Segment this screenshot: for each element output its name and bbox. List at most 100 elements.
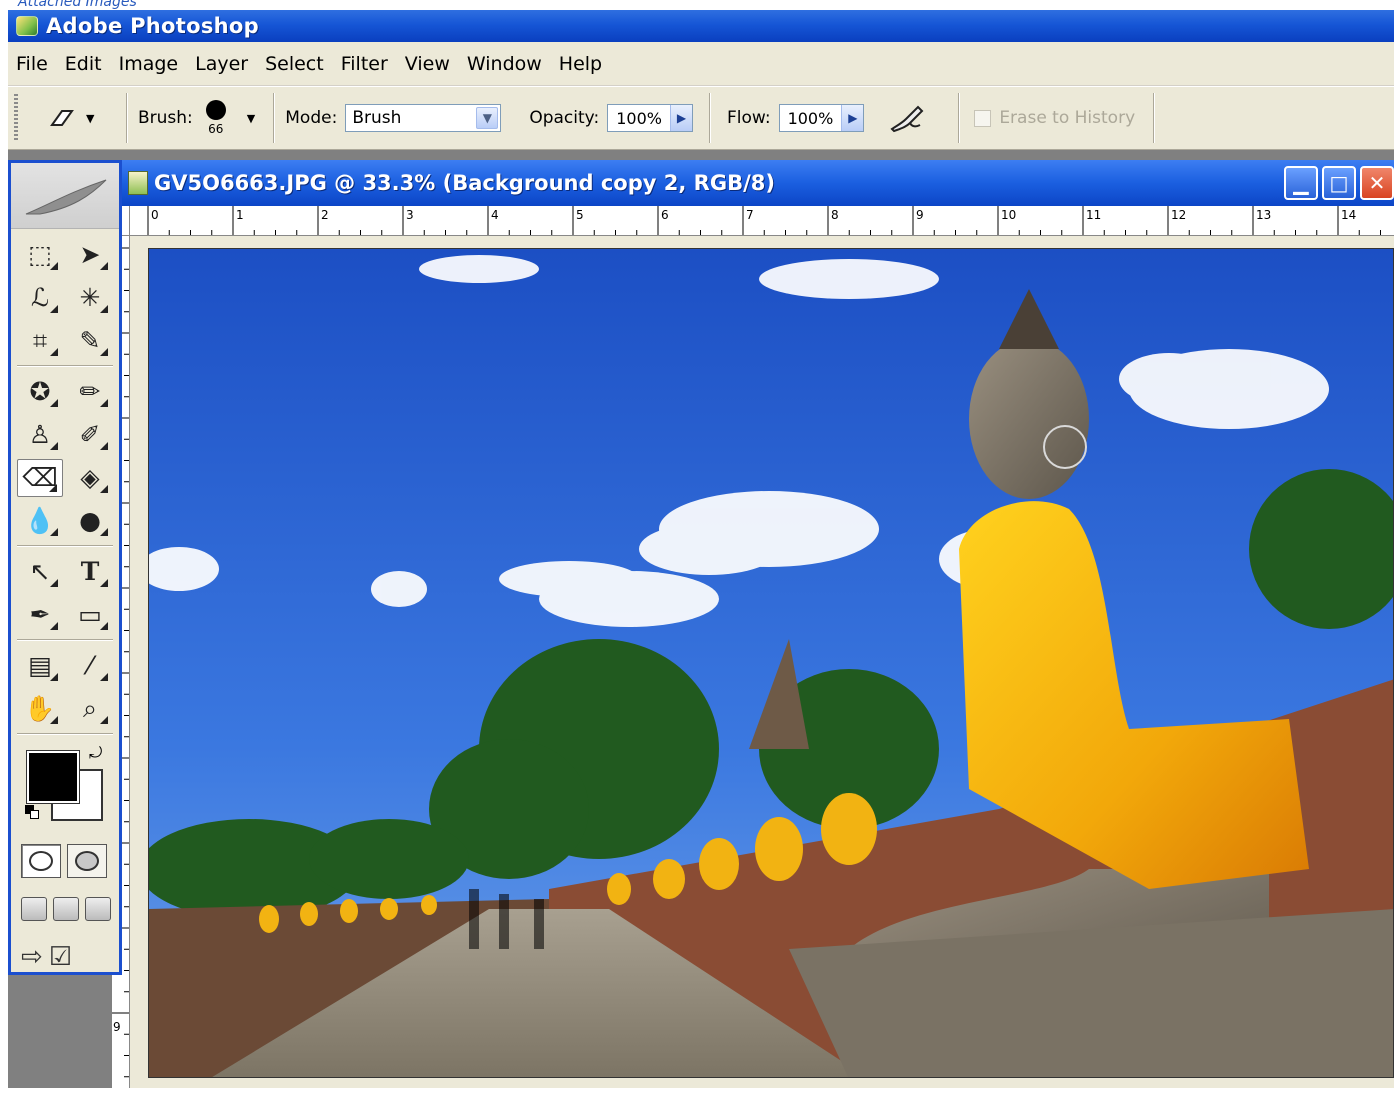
default-colors-icon[interactable] bbox=[25, 805, 39, 819]
move-tool-icon[interactable]: ➤ bbox=[67, 236, 113, 274]
pen-tool-icon[interactable]: ✒ bbox=[17, 596, 63, 634]
full-screen-menu-mode-button[interactable] bbox=[53, 897, 79, 921]
toolbox-separator bbox=[17, 365, 113, 367]
ruler-label: 0 bbox=[151, 208, 159, 222]
checkbox-icon[interactable] bbox=[974, 109, 992, 127]
path-selection-tool-icon[interactable]: ↖ bbox=[17, 553, 63, 591]
options-separator bbox=[1153, 93, 1156, 143]
notes-tool-icon[interactable]: ▤ bbox=[17, 647, 63, 685]
app-title-bar[interactable]: Adobe Photoshop bbox=[8, 10, 1394, 42]
horizontal-ruler-ticks bbox=[147, 206, 1381, 235]
brush-tip-icon bbox=[205, 100, 226, 120]
opacity-label: Opacity: bbox=[529, 108, 600, 128]
marquee-tool-icon[interactable]: ⬚ bbox=[17, 236, 63, 274]
toolbox-separator bbox=[17, 639, 113, 641]
blur-tool-icon[interactable]: 💧 bbox=[17, 502, 63, 540]
flow-label: Flow: bbox=[726, 108, 771, 128]
options-separator bbox=[708, 93, 711, 143]
full-screen-mode-button[interactable] bbox=[85, 897, 111, 921]
toolbox: ⬚ ➤ ℒ ✳ ⌗ ✎ ✪ ✏ ♙ ✐ ⌫ ◈ 💧 ● ↖ T ✒ ▭ ▤ ⁄ … bbox=[8, 160, 122, 975]
airbrush-icon bbox=[890, 105, 924, 133]
lasso-tool-icon[interactable]: ℒ bbox=[17, 279, 63, 317]
eraser-tool-icon[interactable]: ⌫ bbox=[17, 458, 63, 497]
eyedropper-tool-icon[interactable]: ⁄ bbox=[67, 647, 113, 685]
menu-view[interactable]: View bbox=[397, 42, 459, 86]
dodge-tool-icon[interactable]: ● bbox=[67, 502, 113, 540]
ruler-label: 12 bbox=[1171, 208, 1187, 222]
mode-value: Brush bbox=[352, 108, 402, 128]
rectangle-tool-icon[interactable]: ▭ bbox=[67, 596, 113, 634]
foreground-color-swatch[interactable] bbox=[26, 750, 80, 804]
menu-edit[interactable]: Edit bbox=[57, 42, 111, 86]
airbrush-toggle[interactable] bbox=[888, 103, 926, 133]
flow-value: 100% bbox=[787, 108, 834, 128]
options-separator bbox=[273, 93, 276, 143]
mode-select[interactable]: Brush ▼ bbox=[345, 104, 502, 132]
ruler-label: 5 bbox=[576, 208, 584, 222]
close-button[interactable]: ✕ bbox=[1360, 166, 1394, 200]
standard-screen-mode-button[interactable] bbox=[21, 897, 47, 921]
menu-filter[interactable]: Filter bbox=[333, 42, 397, 86]
toolbox-separator bbox=[17, 545, 113, 547]
erase-to-history-checkbox[interactable]: Erase to History bbox=[974, 108, 1135, 128]
tool-preset-picker[interactable]: ▼ bbox=[48, 107, 116, 129]
menu-help[interactable]: Help bbox=[551, 42, 611, 86]
menu-select[interactable]: Select bbox=[257, 42, 333, 86]
erase-to-history-label: Erase to History bbox=[999, 108, 1136, 128]
jump-to-imageready-icon[interactable]: ⇨ bbox=[21, 942, 43, 972]
color-swatches: ⤾ bbox=[11, 741, 119, 837]
menu-window[interactable]: Window bbox=[459, 42, 551, 86]
options-separator bbox=[958, 93, 961, 143]
image-canvas[interactable] bbox=[148, 248, 1394, 1078]
ruler-label: 1 bbox=[236, 208, 244, 222]
options-bar-gripper[interactable] bbox=[14, 94, 18, 142]
photo-temple-buddha bbox=[149, 249, 1393, 1077]
type-tool-icon[interactable]: T bbox=[67, 553, 113, 591]
paint-bucket-tool-icon[interactable]: ◈ bbox=[67, 459, 113, 497]
ruler-label: 3 bbox=[406, 208, 414, 222]
minimize-button[interactable]: ▁ bbox=[1284, 166, 1318, 200]
menu-bar: File Edit Image Layer Select Filter View… bbox=[8, 42, 1394, 86]
flow-slider-arrow-icon[interactable]: ▶ bbox=[841, 105, 864, 131]
menu-layer[interactable]: Layer bbox=[187, 42, 257, 86]
feather-logo-icon bbox=[25, 179, 107, 214]
jump-to-buttons: ⇨ ☑ bbox=[11, 933, 119, 981]
swap-colors-icon[interactable]: ⤾ bbox=[89, 743, 102, 763]
tool-preset-dropdown-icon[interactable]: ▼ bbox=[86, 112, 94, 125]
opacity-field[interactable]: 100% ▶ bbox=[607, 104, 693, 132]
quick-mask-mode-button[interactable] bbox=[67, 844, 107, 878]
brush-picker-dropdown-icon[interactable]: ▼ bbox=[247, 112, 255, 125]
jump-to-check-icon[interactable]: ☑ bbox=[49, 942, 72, 972]
brush-preview[interactable]: 66 bbox=[201, 100, 231, 136]
attached-images-caption: Attached Images bbox=[18, 0, 137, 10]
standard-mode-button[interactable] bbox=[21, 844, 61, 878]
brush-size: 66 bbox=[208, 122, 224, 136]
opacity-slider-arrow-icon[interactable]: ▶ bbox=[669, 105, 692, 131]
flow-field[interactable]: 100% ▶ bbox=[778, 104, 865, 132]
hand-tool-icon[interactable]: ✋ bbox=[17, 690, 63, 728]
crop-tool-icon[interactable]: ⌗ bbox=[17, 322, 63, 360]
ruler-label: 2 bbox=[321, 208, 329, 222]
zoom-tool-icon[interactable]: ⌕ bbox=[67, 690, 113, 728]
document-window: GV5O6663.JPG @ 33.3% (Background copy 2,… bbox=[112, 160, 1394, 1097]
horizontal-ruler[interactable]: 0 1 2 3 4 5 6 7 8 9 10 11 12 13 14 bbox=[130, 206, 1394, 236]
history-brush-tool-icon[interactable]: ✐ bbox=[67, 416, 113, 454]
document-title-bar[interactable]: GV5O6663.JPG @ 33.3% (Background copy 2,… bbox=[112, 160, 1394, 206]
ruler-label: 4 bbox=[491, 208, 499, 222]
ruler-label: 11 bbox=[1086, 208, 1102, 222]
slice-tool-icon[interactable]: ✎ bbox=[67, 322, 113, 360]
clone-stamp-tool-icon[interactable]: ♙ bbox=[17, 416, 63, 454]
options-separator bbox=[126, 93, 128, 143]
toolbox-header[interactable] bbox=[11, 163, 119, 229]
brush-tool-icon[interactable]: ✏ bbox=[67, 373, 113, 411]
chevron-down-icon[interactable]: ▼ bbox=[476, 107, 499, 129]
ruler-label: 14 bbox=[1341, 208, 1357, 222]
magic-wand-tool-icon[interactable]: ✳ bbox=[67, 279, 113, 317]
eraser-brush-cursor bbox=[1043, 425, 1087, 469]
window-controls: ▁ □ ✕ bbox=[1280, 166, 1394, 200]
eraser-icon bbox=[50, 110, 74, 126]
menu-image[interactable]: Image bbox=[111, 42, 188, 86]
healing-brush-tool-icon[interactable]: ✪ bbox=[17, 373, 63, 411]
menu-file[interactable]: File bbox=[8, 42, 57, 86]
maximize-button[interactable]: □ bbox=[1322, 166, 1356, 200]
